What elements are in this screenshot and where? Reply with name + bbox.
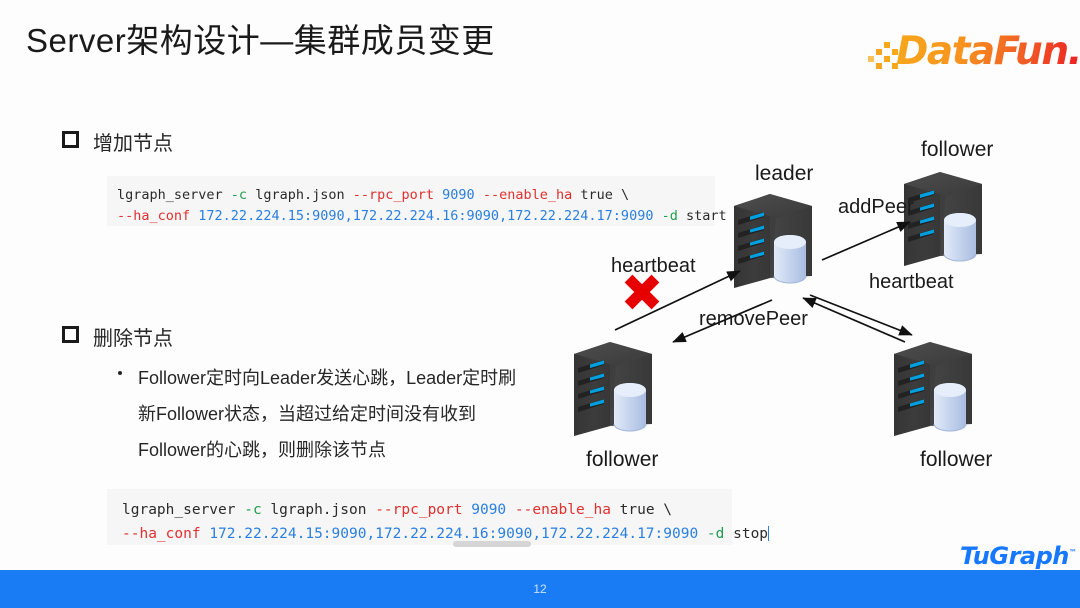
round-dot-bullet-icon [118,371,122,375]
node-label-leader: leader [755,162,814,185]
bullet-delete-node: 删除节点 [62,322,173,351]
edge-label-removepeer: removePeer [699,308,808,330]
delete-node-description: Follower定时向Leader发送心跳，Leader定时刷 新Followe… [110,360,580,468]
edge-label-heartbeat-blocked: heartbeat [611,255,696,277]
slide-canvas: Server架构设计—集群成员变更 DataFun. 增加节点 lgraph_s… [0,0,1080,608]
node-label-follower-top-right: follower [921,138,994,161]
hollow-square-bullet-icon [62,326,79,343]
page-number: 12 [533,582,547,596]
trademark-symbol: ™ [1068,548,1077,557]
cluster-diagram [560,130,1070,480]
datafun-logo: DataFun. [868,29,1080,78]
horizontal-scrollbar[interactable] [453,541,531,547]
description-line-3: Follower的心跳，则删除该节点 [138,440,387,460]
bullet-add-node-label: 增加节点 [93,133,173,155]
diagram-svg [573,171,983,437]
datafun-wordmark: DataFun. [896,29,1080,74]
server-icon-follower-bottom-right [893,341,973,437]
server-icon-follower-bottom-left [573,341,653,437]
bullet-add-node: 增加节点 [62,127,173,156]
node-label-follower-bottom-right: follower [920,448,993,471]
server-icon-follower-top-right [903,171,983,267]
code-block-stop-command[interactable]: lgraph_server -c lgraph.json --rpc_port … [107,489,770,545]
text-caret [768,526,770,541]
edge-label-addpeer: addPeer [838,196,914,218]
tugraph-wordmark: TuGraph [960,542,1069,570]
tugraph-logo: TuGraph™ [960,542,1077,570]
code-line: --ha_conf 172.22.224.15:9090,172.22.224.… [122,526,770,542]
page-title: Server架构设计—集群成员变更 [26,22,495,59]
code-line: lgraph_server -c lgraph.json --rpc_port … [122,502,673,518]
node-label-follower-bottom-left: follower [586,448,659,471]
hollow-square-bullet-icon [62,131,79,148]
description-line-1: Follower定时向Leader发送心跳，Leader定时刷 [138,368,517,388]
edge-label-heartbeat: heartbeat [869,271,954,293]
edge-leader-to-follower-br [809,294,913,336]
server-icon-leader [733,193,813,289]
description-line-2: 新Follower状态，当超过给定时间没有收到 [138,404,477,424]
bullet-delete-node-label: 删除节点 [93,328,173,350]
edge-heartbeat-to-leader [802,297,906,343]
edge-addpeer [821,221,911,261]
